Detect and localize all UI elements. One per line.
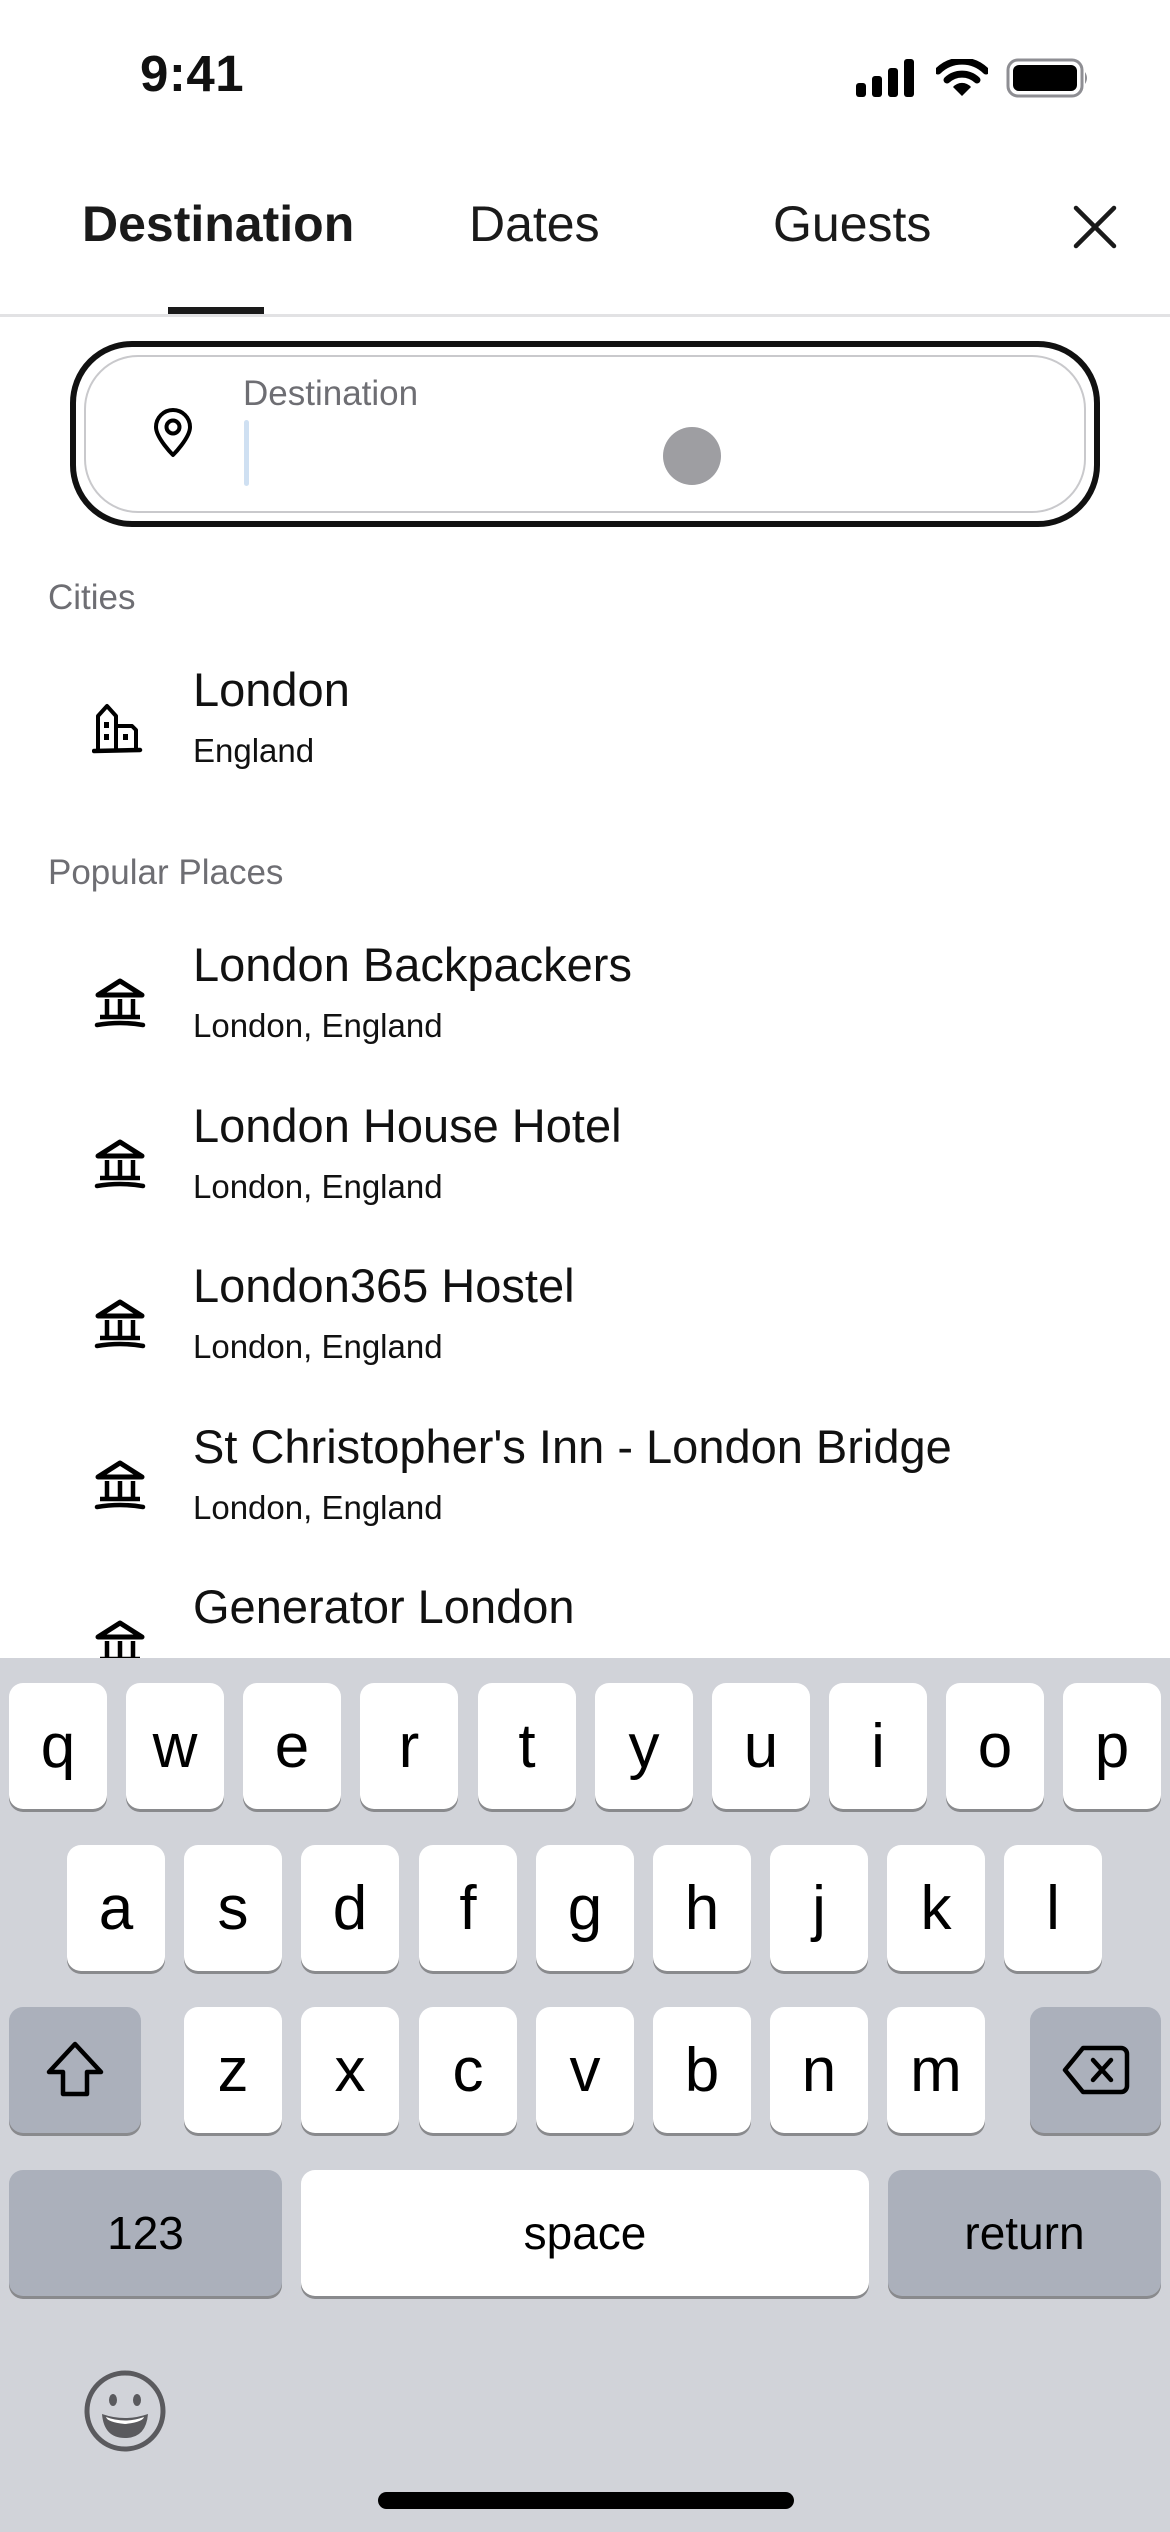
place-title: Generator London <box>193 1580 575 1633</box>
key-n[interactable]: n <box>770 2007 868 2133</box>
key-u[interactable]: u <box>712 1683 810 1809</box>
place-title: St Christopher's Inn - London Bridge <box>193 1420 952 1473</box>
cities-header: Cities <box>48 578 136 617</box>
key-w[interactable]: w <box>126 1683 224 1809</box>
key-x[interactable]: x <box>301 2007 399 2133</box>
wifi-icon <box>936 59 988 96</box>
landmark-icon <box>92 1457 148 1513</box>
place-list-item[interactable]: London365 Hostel London, England <box>0 1258 1170 1408</box>
key-q[interactable]: q <box>9 1683 107 1809</box>
place-subtitle: London, England <box>193 1328 443 1365</box>
key-b[interactable]: b <box>653 2007 751 2133</box>
key-d[interactable]: d <box>301 1845 399 1971</box>
key-h[interactable]: h <box>653 1845 751 1971</box>
city-buildings-icon <box>91 700 148 756</box>
place-title: London Backpackers <box>193 938 632 991</box>
destination-field-label: Destination <box>243 374 419 413</box>
tab-dates[interactable]: Dates <box>469 195 600 253</box>
return-key[interactable]: return <box>888 2170 1161 2296</box>
shift-icon <box>46 2041 104 2097</box>
key-s[interactable]: s <box>184 1845 282 1971</box>
delete-key[interactable] <box>1030 2007 1161 2133</box>
keyboard: q w e r t y u i o p a s d f g h j k l z … <box>0 1658 1170 2532</box>
cellular-signal-icon <box>856 59 914 97</box>
key-l[interactable]: l <box>1004 1845 1102 1971</box>
key-y[interactable]: y <box>595 1683 693 1809</box>
place-subtitle: London, England <box>193 1489 443 1526</box>
active-tab-indicator <box>168 307 264 314</box>
shift-key[interactable] <box>9 2007 141 2133</box>
landmark-icon <box>92 1296 148 1352</box>
tab-guests[interactable]: Guests <box>773 195 931 253</box>
city-subtitle: England <box>193 732 315 769</box>
key-m[interactable]: m <box>887 2007 985 2133</box>
home-indicator[interactable] <box>378 2492 794 2509</box>
destination-input[interactable] <box>256 420 1060 488</box>
key-k[interactable]: k <box>887 1845 985 1971</box>
place-list-item[interactable]: London Backpackers London, England <box>0 937 1170 1087</box>
key-i[interactable]: i <box>829 1683 927 1809</box>
key-c[interactable]: c <box>419 2007 517 2133</box>
key-a[interactable]: a <box>67 1845 165 1971</box>
place-title: London House Hotel <box>193 1099 622 1152</box>
place-list-item[interactable]: St Christopher's Inn - London Bridge Lon… <box>0 1419 1170 1569</box>
place-title: London365 Hostel <box>193 1259 575 1312</box>
landmark-icon <box>92 975 148 1031</box>
key-v[interactable]: v <box>536 2007 634 2133</box>
close-icon <box>1073 205 1117 249</box>
status-time: 9:41 <box>140 45 245 102</box>
key-t[interactable]: t <box>478 1683 576 1809</box>
backspace-icon <box>1062 2045 1129 2095</box>
text-caret <box>244 420 249 486</box>
city-list-item[interactable]: London England <box>0 662 1170 812</box>
tab-destination[interactable]: Destination <box>82 195 354 253</box>
place-list-item[interactable]: Generator London <box>0 1579 1170 1658</box>
key-j[interactable]: j <box>770 1845 868 1971</box>
landmark-icon <box>92 1617 148 1658</box>
key-e[interactable]: e <box>243 1683 341 1809</box>
place-subtitle: London, England <box>193 1007 443 1044</box>
popular-places-header: Popular Places <box>48 853 284 892</box>
city-title: London <box>193 663 350 716</box>
key-g[interactable]: g <box>536 1845 634 1971</box>
key-z[interactable]: z <box>184 2007 282 2133</box>
landmark-icon <box>92 1136 148 1192</box>
emoji-button[interactable] <box>82 2368 168 2459</box>
key-f[interactable]: f <box>419 1845 517 1971</box>
status-icons <box>856 58 1090 98</box>
key-o[interactable]: o <box>946 1683 1044 1809</box>
battery-icon <box>1006 58 1087 98</box>
key-p[interactable]: p <box>1063 1683 1161 1809</box>
emoji-icon <box>84 2370 166 2452</box>
touch-indicator <box>663 427 721 485</box>
space-key[interactable]: space <box>301 2170 869 2296</box>
place-list-item[interactable]: London House Hotel London, England <box>0 1098 1170 1248</box>
numbers-key[interactable]: 123 <box>9 2170 282 2296</box>
map-pin-icon <box>152 408 194 463</box>
close-button[interactable] <box>1068 200 1122 254</box>
key-r[interactable]: r <box>360 1683 458 1809</box>
header-divider <box>0 314 1170 317</box>
place-subtitle: London, England <box>193 1168 443 1205</box>
